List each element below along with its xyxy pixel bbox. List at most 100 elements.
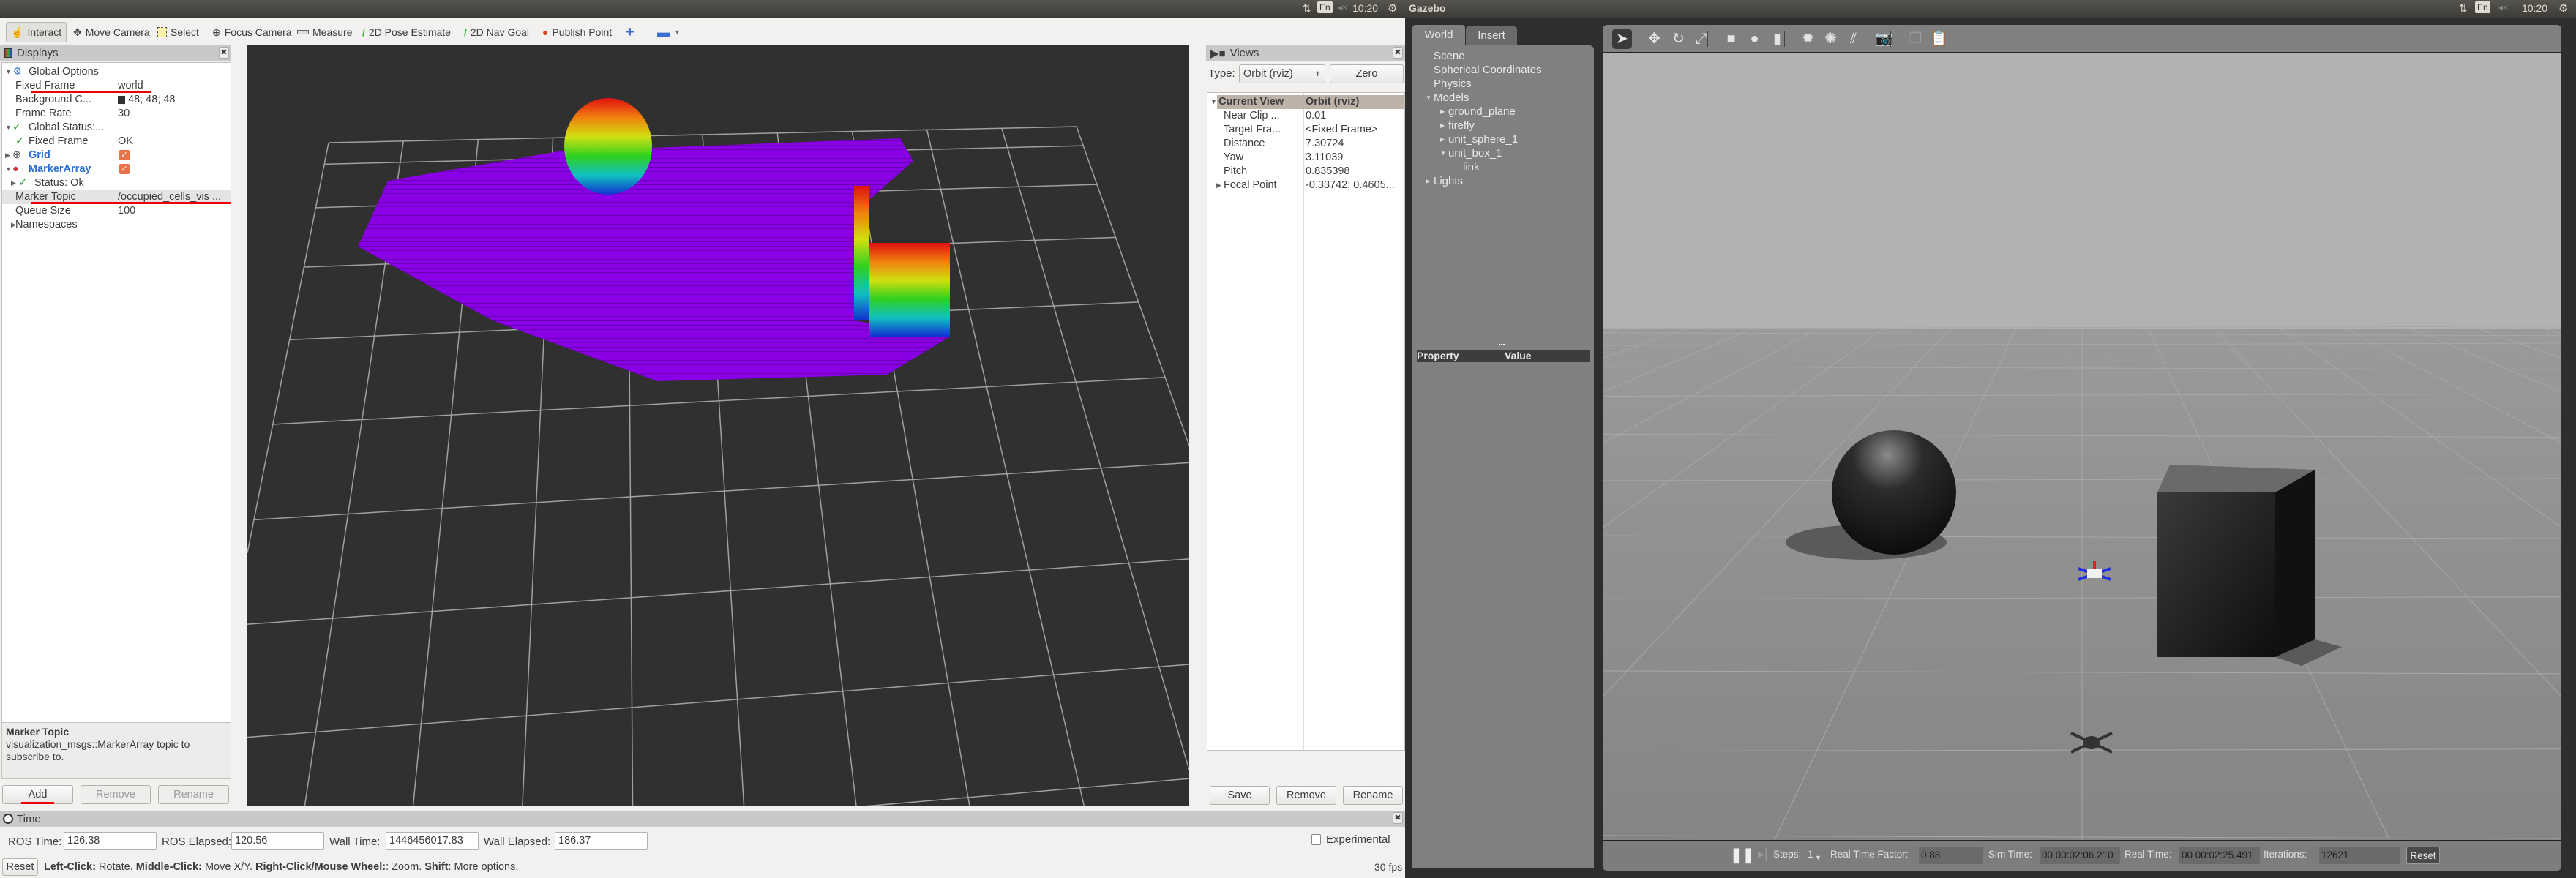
- property-value[interactable]: 0.835398: [1306, 165, 1349, 179]
- tool-interact[interactable]: ☝ Interact: [6, 22, 67, 42]
- display-row-marker-topic[interactable]: Marker Topic/occupied_cells_vis ...: [2, 190, 231, 204]
- world-tree-item-scene[interactable]: Scene: [1434, 49, 1465, 63]
- display-row-fixed-frame[interactable]: ✓ Fixed Frame OK: [2, 135, 231, 149]
- expand-right-icon[interactable]: ▶: [1426, 174, 1430, 188]
- view-row-distance[interactable]: Distance 7.30724: [1208, 137, 1404, 151]
- expand-down-icon[interactable]: ▼: [1210, 95, 1217, 109]
- clock[interactable]: 10:20: [2522, 2, 2547, 14]
- power-gear-icon[interactable]: ⚙: [1388, 1, 1397, 15]
- close-panel-icon[interactable]: ✖: [219, 47, 229, 59]
- display-row-background-c[interactable]: Background C... 48; 48; 48: [2, 93, 231, 107]
- world-tree-item-unit-box-1[interactable]: ▼ unit_box_1: [1440, 146, 1502, 160]
- tool-2d-pose-estimate[interactable]: /2D Pose Estimate: [362, 22, 451, 42]
- display-row-queue-size[interactable]: Queue Size 100: [2, 204, 231, 218]
- rotate-icon[interactable]: ↻: [1669, 29, 1688, 49]
- world-tree-item-firefly[interactable]: ▶ firefly: [1440, 119, 1475, 132]
- select-arrow-icon[interactable]: ➤: [1612, 29, 1632, 49]
- gazebo-scene[interactable]: [1603, 53, 2561, 840]
- property-value[interactable]: 100: [118, 204, 135, 218]
- expand-right-icon[interactable]: ▶: [1216, 179, 1221, 192]
- property-value[interactable]: 3.11039: [1306, 151, 1343, 165]
- remove-tool-minus-icon[interactable]: ▬ ▼: [657, 22, 681, 42]
- tool-select[interactable]: Select: [157, 22, 199, 42]
- gazebo-3d-view[interactable]: [1603, 53, 2561, 840]
- ros-elapsed-field[interactable]: 120.56: [231, 832, 324, 850]
- tool-measure[interactable]: Measure: [297, 22, 352, 42]
- rename-display-button[interactable]: Rename: [158, 785, 229, 804]
- chevron-down-icon[interactable]: ▼: [1815, 854, 1821, 861]
- display-row-status-ok[interactable]: ▶ ✓ Status: Ok: [2, 176, 231, 190]
- tab-insert[interactable]: Insert: [1466, 26, 1517, 45]
- display-row-global-options[interactable]: ▼ ⚙ Global Options: [2, 65, 231, 79]
- view-row-near-clip[interactable]: Near Clip ... 0.01: [1208, 109, 1404, 123]
- world-tree-item-physics[interactable]: Physics: [1434, 77, 1472, 91]
- property-value[interactable]: 30: [118, 107, 130, 121]
- sound-muted-icon[interactable]: ◂×: [1338, 2, 1347, 12]
- property-value[interactable]: <Fixed Frame>: [1306, 123, 1377, 137]
- expand-right-icon[interactable]: ▶: [5, 149, 10, 162]
- reset-button[interactable]: Reset: [2, 858, 38, 876]
- point-light-icon[interactable]: ✹: [1798, 29, 1818, 49]
- property-value[interactable]: 0.01: [1306, 109, 1326, 123]
- display-row-grid[interactable]: ▶ ⊕ Grid ✓: [2, 149, 231, 162]
- wall-elapsed-field[interactable]: 186.37: [555, 832, 648, 850]
- display-row-namespaces[interactable]: ▶ Namespaces: [2, 218, 231, 232]
- view-row-focal-point[interactable]: ▶ Focal Point -0.33742; 0.4605...: [1208, 179, 1404, 192]
- sphere-icon[interactable]: ●: [1745, 29, 1764, 49]
- property-value[interactable]: Orbit (rviz): [1306, 95, 1359, 109]
- remove-display-button[interactable]: Remove: [80, 785, 151, 804]
- power-gear-icon[interactable]: ⚙: [2558, 1, 2568, 15]
- step-icon[interactable]: ▸|: [1758, 847, 1768, 862]
- translate-icon[interactable]: ✥: [1644, 29, 1664, 49]
- sound-muted-icon[interactable]: ◂×: [2498, 2, 2508, 12]
- property-value[interactable]: -0.33742; 0.4605...: [1306, 179, 1395, 192]
- expand-right-icon[interactable]: ▶: [11, 176, 16, 190]
- world-tree-item-lights[interactable]: ▶ Lights: [1426, 174, 1463, 188]
- display-row-fixed-frame[interactable]: Fixed Frame world: [2, 79, 231, 93]
- world-tree-item-ground-plane[interactable]: ▶ ground_plane: [1440, 105, 1516, 119]
- save-view-button[interactable]: Save: [1210, 786, 1270, 805]
- expand-down-icon[interactable]: ▼: [5, 65, 12, 79]
- splitter-handle[interactable]: [1499, 344, 1505, 346]
- property-value[interactable]: OK: [118, 135, 133, 149]
- view-row-yaw[interactable]: Yaw 3.11039: [1208, 151, 1404, 165]
- paste-icon[interactable]: 📋: [1929, 29, 1949, 49]
- remove-view-button[interactable]: Remove: [1276, 786, 1336, 805]
- add-display-button[interactable]: Add: [2, 785, 73, 804]
- keyboard-layout-indicator[interactable]: En: [1317, 1, 1333, 13]
- expand-down-icon[interactable]: ▼: [5, 121, 12, 135]
- expand-down-icon[interactable]: ▼: [5, 162, 12, 176]
- close-panel-icon[interactable]: ✖: [1393, 47, 1403, 59]
- enabled-checkbox[interactable]: ✓: [119, 150, 130, 160]
- close-panel-icon[interactable]: ✖: [1393, 812, 1403, 824]
- display-row-frame-rate[interactable]: Frame Rate 30: [2, 107, 231, 121]
- clock[interactable]: 10:20: [1352, 2, 1378, 14]
- network-icon[interactable]: ⇅: [1303, 2, 1311, 15]
- tool-publish-point[interactable]: ● Publish Point: [542, 22, 612, 42]
- world-tree-item-models[interactable]: ▼ Models: [1426, 91, 1469, 105]
- world-tree-item-link[interactable]: link: [1463, 160, 1480, 174]
- pause-icon[interactable]: ❚❚: [1730, 846, 1755, 864]
- world-tree-item-unit-sphere-1[interactable]: ▶ unit_sphere_1: [1440, 132, 1518, 146]
- display-row-global-status[interactable]: ▼ ✓ Global Status:...: [2, 121, 231, 135]
- view-row-current-view[interactable]: ▼ Current View Orbit (rviz): [1210, 95, 1404, 109]
- rviz-scene[interactable]: [247, 45, 1189, 806]
- tool-move-camera[interactable]: ✥ Move Camera: [73, 22, 150, 42]
- property-value[interactable]: 7.30724: [1306, 137, 1344, 151]
- copy-icon[interactable]: ❐: [1906, 29, 1925, 49]
- property-value[interactable]: 48; 48; 48: [128, 93, 176, 107]
- view-type-select[interactable]: Orbit (rviz) ⬍: [1239, 64, 1325, 83]
- expand-down-icon[interactable]: ▼: [1426, 91, 1431, 105]
- ros-time-field[interactable]: 126.38: [64, 832, 157, 850]
- tool-focus-camera[interactable]: ⊕ Focus Camera: [212, 22, 292, 42]
- rviz-3d-view[interactable]: [247, 45, 1189, 806]
- reset-world-button[interactable]: Reset: [2406, 847, 2440, 864]
- network-icon[interactable]: ⇅: [2459, 2, 2468, 15]
- display-row-markerarray[interactable]: ▼ ● MarkerArray ✓: [2, 162, 231, 176]
- view-row-target-fra[interactable]: Target Fra... <Fixed Frame>: [1208, 123, 1404, 137]
- steps-value[interactable]: 1: [1808, 849, 1813, 860]
- tool-2d-nav-goal[interactable]: /2D Nav Goal: [464, 22, 529, 42]
- expand-right-icon[interactable]: ▶: [1440, 105, 1445, 119]
- wall-time-field[interactable]: 1446456017.83: [386, 832, 479, 850]
- experimental-checkbox[interactable]: [1311, 834, 1321, 845]
